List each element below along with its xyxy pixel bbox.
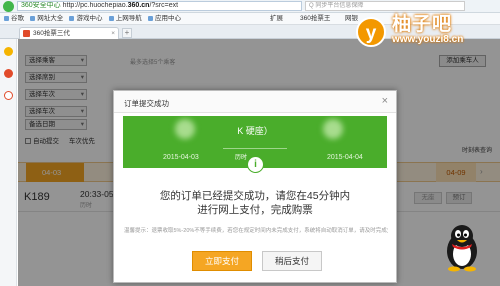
- dialog-header: 订单提交成功 ×: [114, 91, 396, 113]
- watermark-url: www.youzi8.cn: [392, 34, 464, 45]
- duration-line: [223, 148, 287, 149]
- favorite-star-icon[interactable]: [4, 47, 13, 56]
- warm-tip: 温馨提示：退票收取5%-20%不等手续费，若您在规定时间内未完成支付，系统将自动…: [124, 228, 388, 234]
- new-tab-button[interactable]: +: [122, 28, 132, 38]
- bookmark-item[interactable]: 游戏中心: [69, 13, 102, 24]
- tab-favicon-icon: [23, 30, 30, 37]
- ticket-duration: 历时: [235, 155, 248, 161]
- tab-ticket-app[interactable]: 360抢票三代 ×: [19, 27, 119, 39]
- penguin-mascot-icon: [447, 225, 477, 272]
- success-message-line2: 进行网上支付，完成购票: [197, 204, 313, 216]
- bookmark-icon: [30, 15, 36, 21]
- info-icon: i: [247, 156, 264, 173]
- close-icon[interactable]: ×: [382, 95, 388, 107]
- bookmark-ticket-app[interactable]: 360抢票王: [300, 13, 330, 24]
- url-prefix: http://pc.huochepiao.: [62, 2, 128, 9]
- success-message-line1: 您的订单已经提交成功，请您在45分钟内: [159, 190, 351, 202]
- tab-title: 360抢票三代: [33, 30, 70, 37]
- bookmark-bank[interactable]: 网银: [345, 13, 358, 24]
- browser-logo-icon[interactable]: [3, 1, 14, 12]
- pay-later-button[interactable]: 稍后支付: [262, 251, 322, 271]
- depart-date: 2015-04-03: [163, 154, 199, 161]
- ticket-train-label: K 硬座）: [237, 126, 273, 136]
- bookmark-icon: [4, 15, 9, 21]
- address-bar[interactable]: 360安全中心 http://pc.huochepiao.360.cn/?src…: [17, 1, 302, 11]
- left-sidebar: [0, 39, 17, 286]
- tab-close-icon[interactable]: ×: [111, 28, 115, 39]
- url-host: 360.cn: [127, 2, 150, 9]
- weibo-icon[interactable]: [4, 69, 13, 78]
- arrive-date: 2015-04-04: [327, 154, 363, 161]
- bookmark-item[interactable]: 网址大全: [30, 13, 63, 24]
- watermark-logo-icon: y: [356, 17, 386, 47]
- security-label: 360安全中心: [21, 2, 61, 9]
- bookmark-item[interactable]: 上网导航: [108, 13, 142, 24]
- watermark-title: 柚子吧: [392, 14, 453, 35]
- bookmark-icon: [108, 15, 114, 21]
- bookmark-extensions[interactable]: 扩展: [270, 13, 283, 24]
- url-suffix: /?src=ext: [149, 2, 179, 9]
- bookmark-item[interactable]: 应用中心: [147, 13, 181, 24]
- bookmark-icon: [147, 15, 153, 21]
- bookmark-item[interactable]: 谷歌: [4, 13, 24, 24]
- app-icon[interactable]: [4, 91, 13, 100]
- pay-now-button[interactable]: 立即支付: [192, 251, 252, 271]
- order-success-dialog: 订单提交成功 × K 硬座） 历时 2015-04-03 2015-04-04 …: [113, 90, 397, 283]
- bookmark-icon: [69, 15, 75, 21]
- dialog-title: 订单提交成功: [124, 99, 169, 108]
